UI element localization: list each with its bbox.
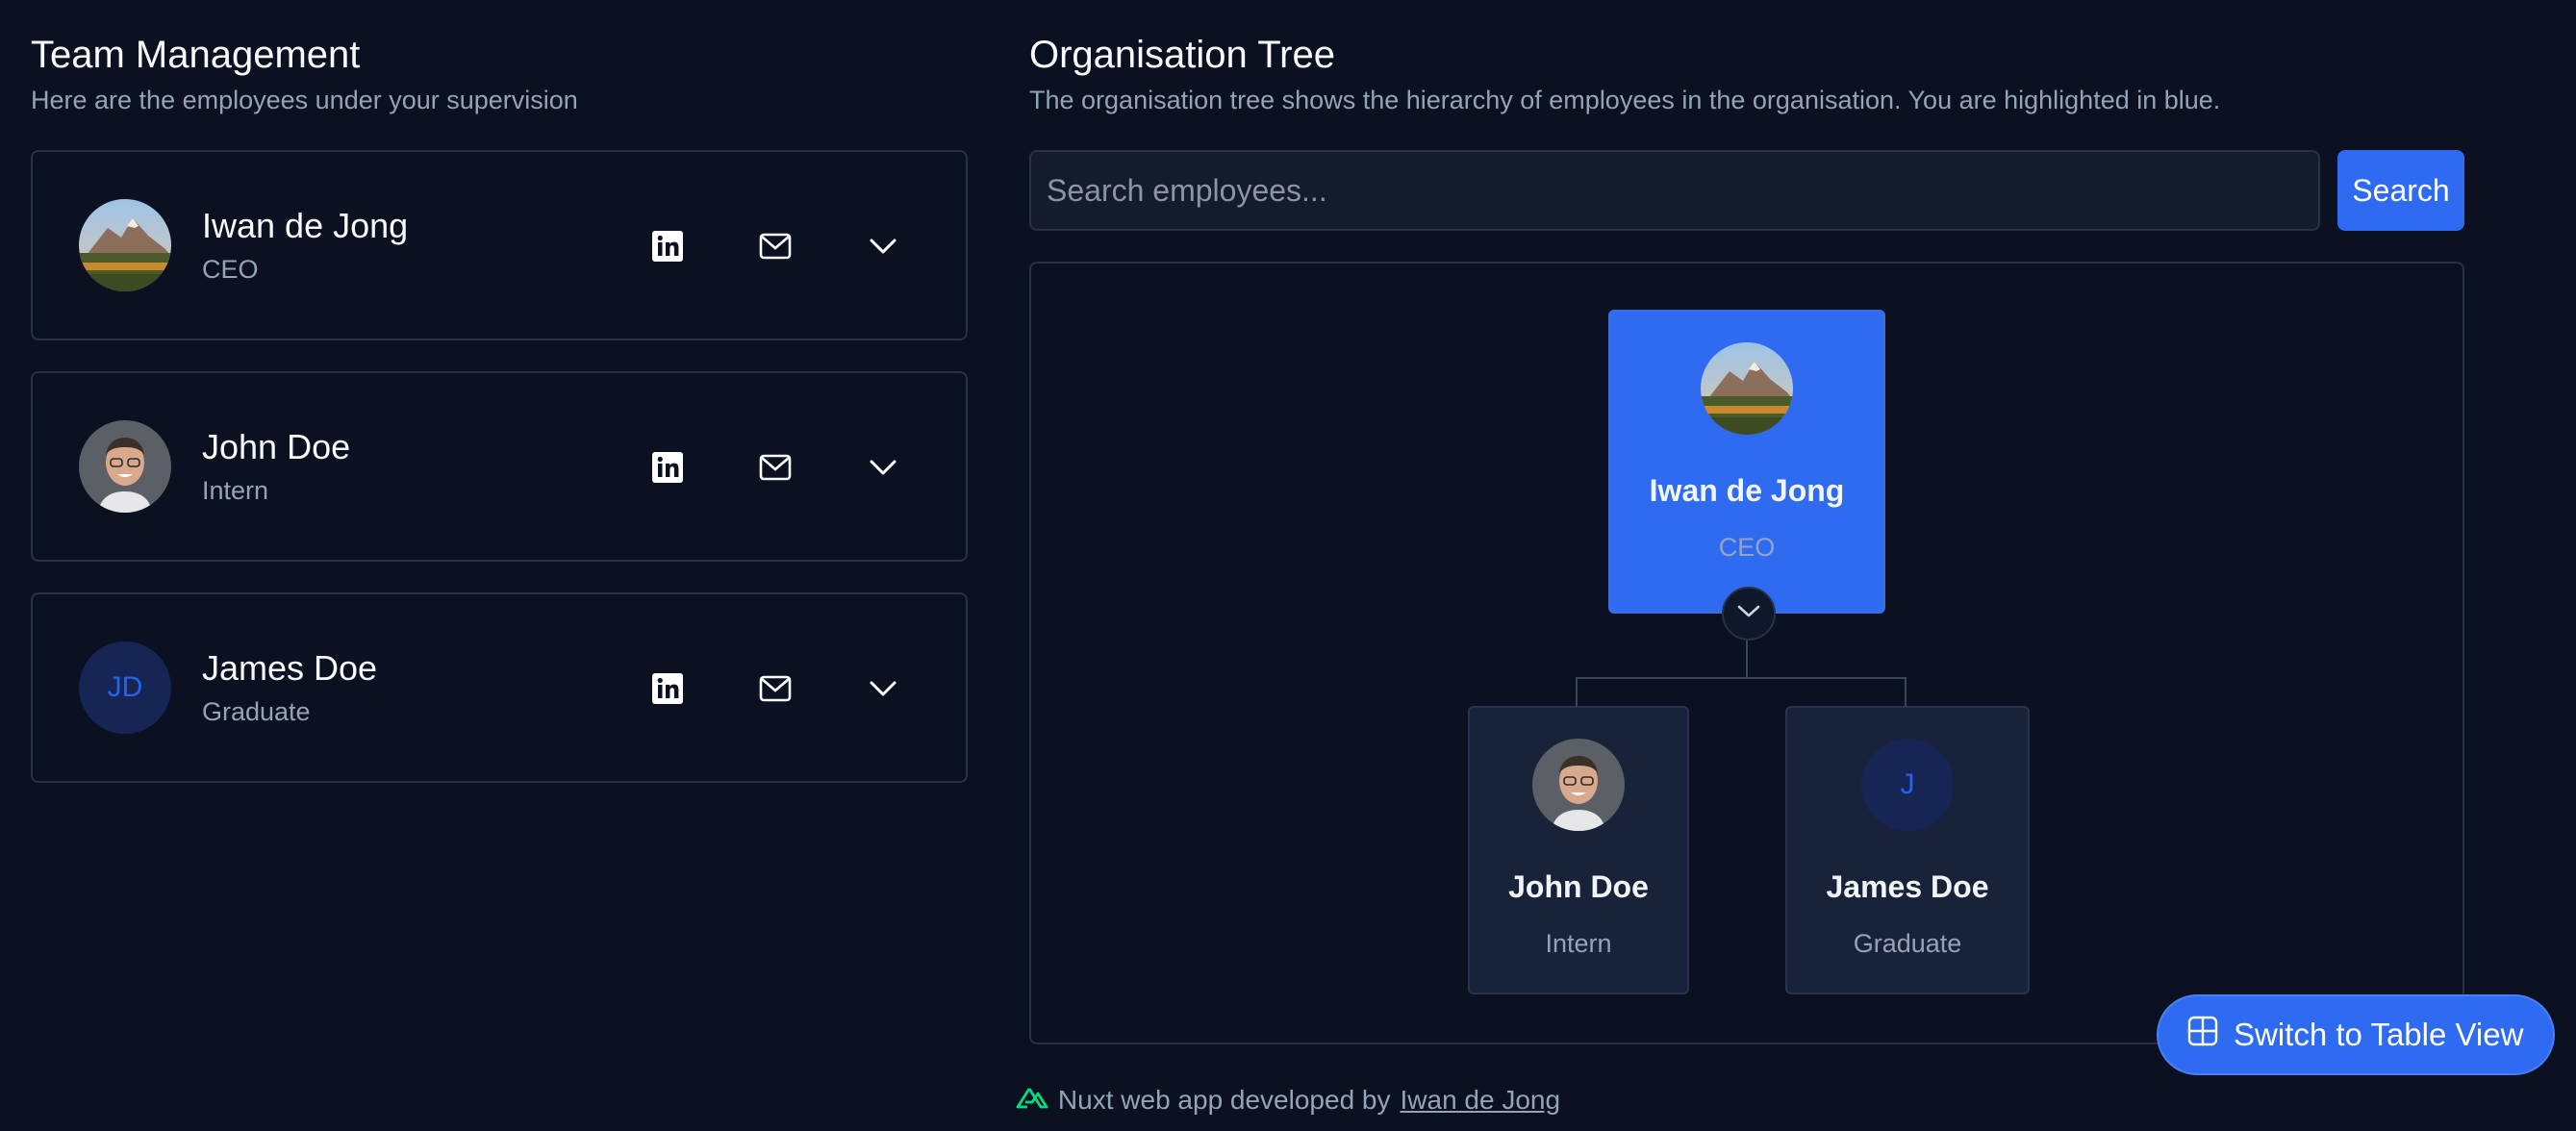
employee-role: Intern bbox=[202, 476, 269, 505]
employee-card: JD James Doe Graduate bbox=[31, 592, 968, 783]
tree-node-child[interactable]: John Doe Intern bbox=[1468, 706, 1689, 994]
linkedin-icon[interactable] bbox=[641, 662, 695, 716]
organisation-tree-title: Organisation Tree bbox=[1029, 34, 1335, 76]
chevron-down-icon[interactable] bbox=[856, 219, 910, 273]
team-management-title: Team Management bbox=[31, 34, 361, 76]
node-name: John Doe bbox=[1508, 869, 1649, 904]
node-name: Iwan de Jong bbox=[1649, 473, 1845, 508]
tree-connector bbox=[1576, 677, 1578, 706]
linkedin-icon[interactable] bbox=[641, 440, 695, 494]
node-role: Intern bbox=[1545, 929, 1612, 958]
tree-connector bbox=[1905, 677, 1907, 706]
avatar bbox=[79, 199, 171, 291]
switch-to-table-view-button[interactable]: Switch to Table View bbox=[2157, 994, 2555, 1075]
team-management-panel: Team Management Here are the employees u… bbox=[31, 31, 968, 783]
search-button[interactable]: Search bbox=[2337, 150, 2464, 231]
employee-name: Iwan de Jong bbox=[202, 206, 409, 245]
avatar-initials: J bbox=[1861, 739, 1954, 831]
organisation-tree-subtitle: The organisation tree shows the hierarch… bbox=[1029, 86, 2221, 114]
tree-node-child[interactable]: J James Doe Graduate bbox=[1785, 706, 2030, 994]
mail-icon[interactable] bbox=[748, 219, 802, 273]
mail-icon[interactable] bbox=[748, 662, 802, 716]
chevron-down-icon[interactable] bbox=[856, 440, 910, 494]
employee-name: James Doe bbox=[202, 648, 378, 688]
footer-text: Nuxt web app developed by bbox=[1057, 1085, 1391, 1115]
tree-node-root[interactable]: Iwan de Jong CEO bbox=[1608, 310, 1885, 614]
employee-role: Graduate bbox=[202, 697, 311, 726]
mail-icon[interactable] bbox=[748, 440, 802, 494]
chevron-down-icon[interactable] bbox=[856, 662, 910, 716]
search-input[interactable] bbox=[1029, 150, 2320, 231]
avatar bbox=[1701, 342, 1793, 435]
footer-author-link[interactable]: Iwan de Jong bbox=[1401, 1085, 1561, 1116]
organisation-tree-panel: Organisation Tree The organisation tree … bbox=[1029, 31, 2464, 1044]
switch-to-table-view-label: Switch to Table View bbox=[2234, 1017, 2524, 1052]
employee-name: John Doe bbox=[202, 427, 351, 466]
node-role: CEO bbox=[1718, 533, 1776, 562]
team-management-subtitle: Here are the employees under your superv… bbox=[31, 86, 578, 114]
employee-role: CEO bbox=[202, 255, 259, 284]
employee-card: John Doe Intern bbox=[31, 371, 968, 562]
linkedin-icon[interactable] bbox=[641, 219, 695, 273]
employee-card: Iwan de Jong CEO bbox=[31, 150, 968, 340]
node-role: Graduate bbox=[1853, 929, 1962, 958]
expand-toggle-button[interactable] bbox=[1722, 587, 1776, 641]
avatar-initials: JD bbox=[79, 641, 171, 734]
org-tree-canvas[interactable]: Iwan de Jong CEO John Doe Intern J James… bbox=[1029, 262, 2464, 1044]
search-bar: Search bbox=[1029, 150, 2464, 231]
chevron-down-icon bbox=[1736, 604, 1761, 624]
nuxt-logo-icon bbox=[1016, 1085, 1048, 1116]
avatar bbox=[79, 420, 171, 513]
table-grid-icon bbox=[2187, 1016, 2218, 1054]
tree-connector bbox=[1576, 677, 1907, 679]
avatar bbox=[1532, 739, 1625, 831]
tree-connector bbox=[1746, 641, 1748, 679]
footer: Nuxt web app developed by Iwan de Jong bbox=[0, 1085, 2576, 1116]
node-name: James Doe bbox=[1826, 869, 1989, 904]
